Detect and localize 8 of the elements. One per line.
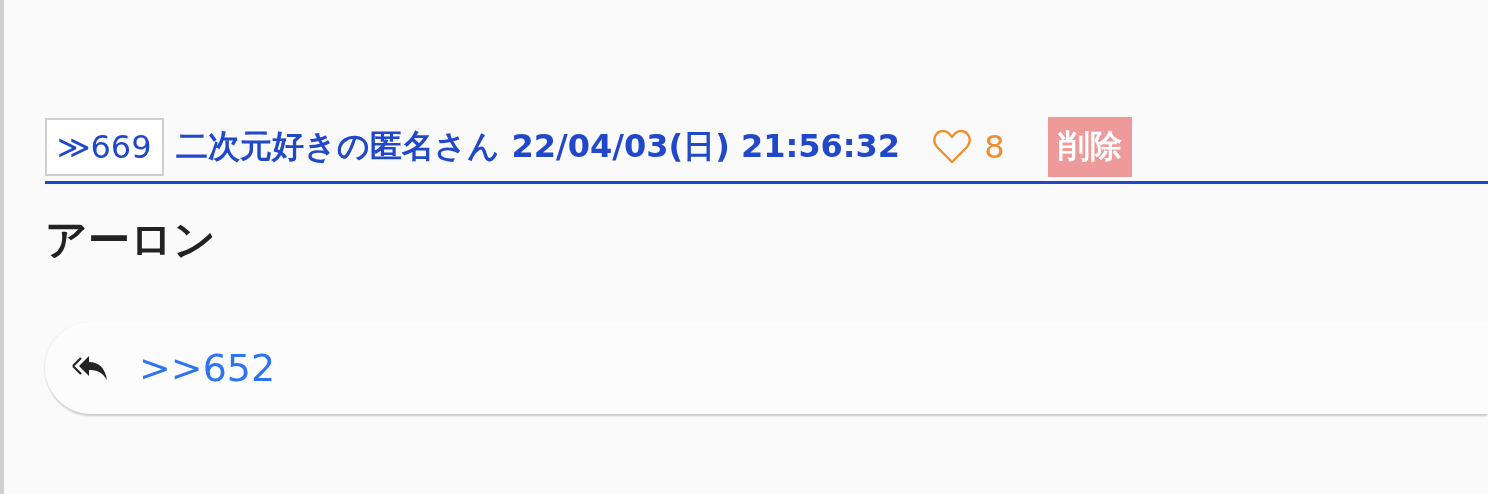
reply-link[interactable]: >>652 — [139, 346, 276, 390]
post-datetime: 22/04/03(日) 21:56:32 — [511, 125, 901, 167]
like-count: 8 — [984, 127, 1005, 166]
heart-icon[interactable] — [932, 128, 973, 165]
post-number[interactable]: ≫669 — [45, 117, 164, 176]
delete-button[interactable]: 削除 — [1048, 116, 1133, 177]
post-body: アーロン — [45, 214, 217, 266]
author-name: 二次元好きの匿名さん — [175, 125, 500, 167]
